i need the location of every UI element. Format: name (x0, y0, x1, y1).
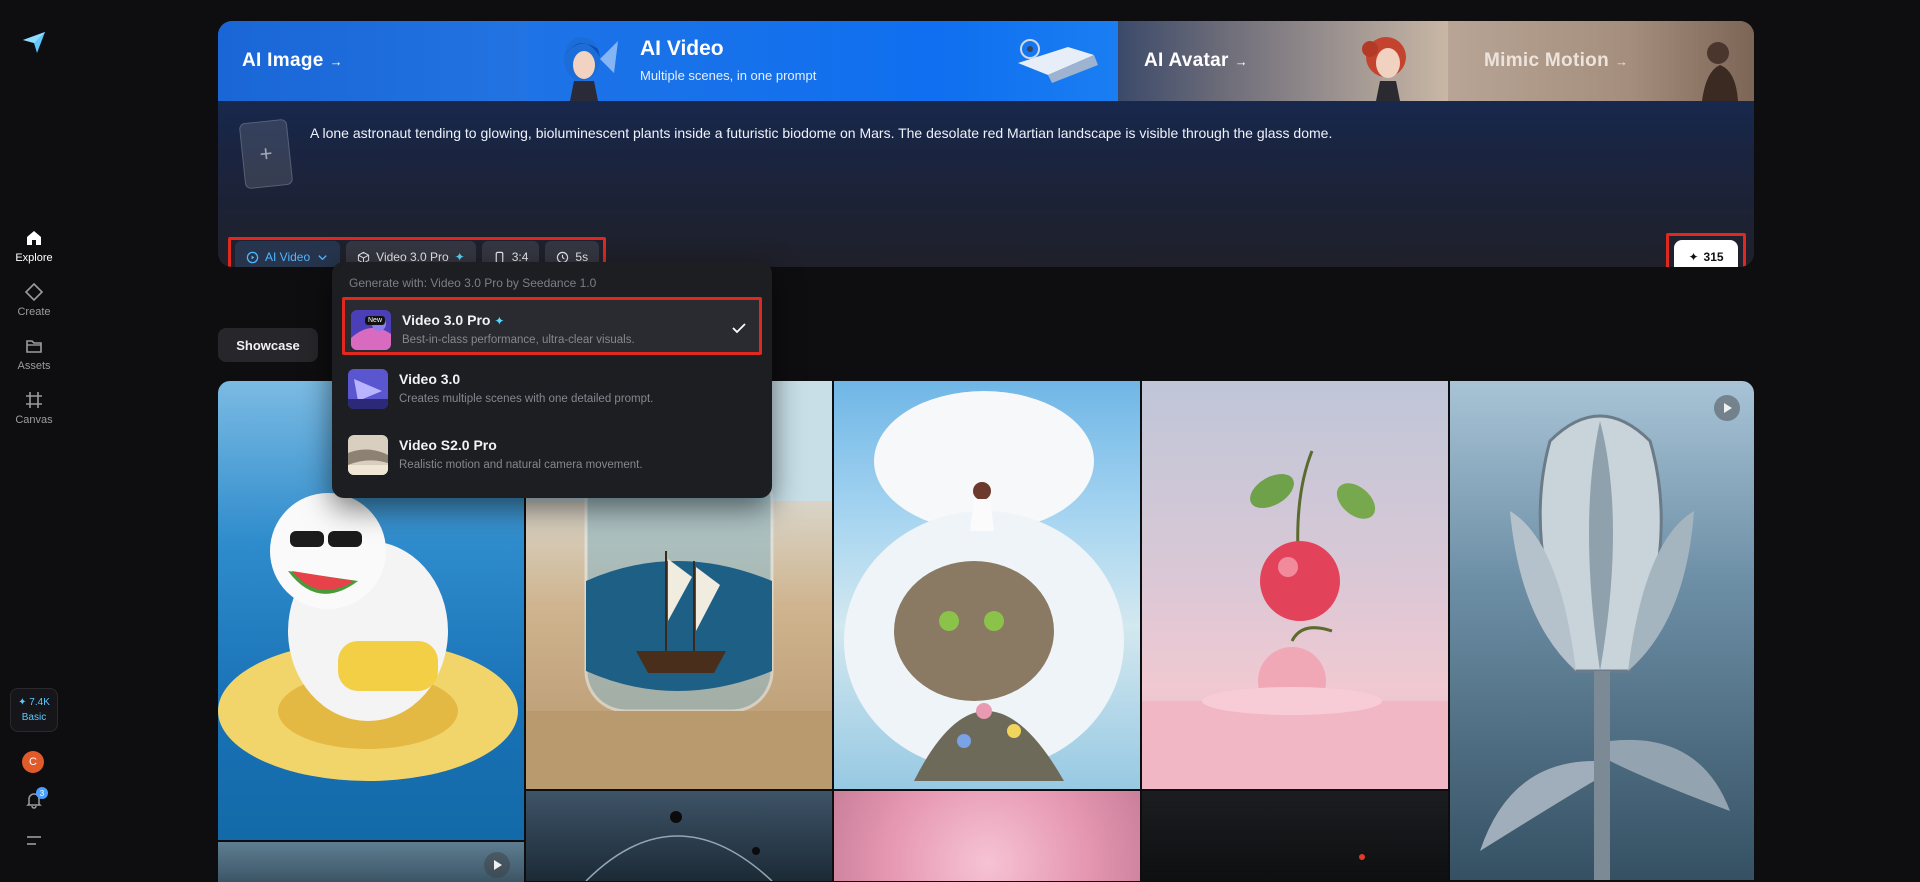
gallery-item[interactable] (218, 842, 524, 882)
home-icon (27, 231, 41, 245)
canvas-icon (26, 392, 42, 408)
dancer-silhouette-icon (1702, 42, 1738, 101)
metal-tulip-image (1480, 414, 1730, 880)
model-thumbnail (348, 435, 388, 475)
sidebar-item-create[interactable]: Create (4, 282, 64, 318)
mode-label: AI Video (265, 250, 311, 264)
tab-mimic-motion[interactable]: Mimic Motion → (1448, 21, 1754, 101)
drone-icon (1018, 39, 1098, 83)
generate-button[interactable]: ✦ 315 (1674, 240, 1738, 267)
generator-panel: AI Image → AI Video Multiple scenes, in … (218, 21, 1754, 267)
cat-with-girl-image (844, 391, 1124, 781)
model-option-video-3[interactable]: Video 3.0 Creates multiple scenes with o… (342, 359, 762, 417)
sidebar-item-explore[interactable]: Explore (4, 228, 64, 264)
sparkle-icon: ✦ (1688, 250, 1699, 264)
play-icon[interactable] (1714, 395, 1740, 421)
model-thumbnail-image (348, 369, 388, 409)
dark-forest-image (1359, 854, 1365, 860)
model-option-description: Creates multiple scenes with one detaile… (399, 393, 654, 405)
model-option-name: Video S2.0 Pro (399, 437, 497, 453)
gallery-item[interactable] (1450, 381, 1754, 880)
sidebar-item-label: Create (17, 306, 51, 318)
tab-label: Mimic Motion (1484, 50, 1609, 71)
sidebar-item-label: Assets (17, 360, 51, 372)
arrow-right-icon: → (329, 53, 343, 69)
model-thumbnail: New (351, 310, 391, 350)
sidebar-item-canvas[interactable]: Canvas (4, 390, 64, 426)
tab-label: AI Image (242, 50, 324, 71)
tab-ai-video[interactable]: AI Video Multiple scenes, in one prompt (528, 21, 1118, 101)
model-option-name: Video 3.0 Pro ✦ (402, 312, 505, 328)
model-thumbnail (348, 369, 388, 409)
mode-selector[interactable]: AI Video (235, 241, 341, 267)
model-option-name: Video 3.0 (399, 371, 461, 387)
notification-count: 3 (36, 787, 48, 799)
upload-image-button[interactable]: + (238, 118, 294, 190)
mode-tabs: AI Image → AI Video Multiple scenes, in … (218, 21, 1754, 101)
diamond-icon (24, 282, 44, 302)
credits-amount: ✦ 7.4K (18, 697, 50, 708)
gallery-item[interactable] (834, 791, 1140, 881)
sidebar-item-assets[interactable]: Assets (4, 336, 64, 372)
model-option-description: Best-in-class performance, ultra-clear v… (402, 334, 635, 346)
tab-label: AI Avatar (1144, 50, 1229, 71)
model-option-video-3-pro[interactable]: New Video 3.0 Pro ✦ Best-in-class perfor… (342, 297, 762, 355)
plus-icon: + (258, 140, 274, 167)
model-option-video-s2-pro[interactable]: Video S2.0 Pro Realistic motion and natu… (342, 425, 762, 483)
sidebar-item-label: Canvas (15, 414, 53, 426)
avatar[interactable]: C (22, 751, 44, 773)
gallery-item[interactable] (1142, 381, 1448, 789)
tab-video-subtitle: Multiple scenes, in one prompt (640, 68, 817, 83)
red-hair-avatar-icon (1362, 37, 1406, 101)
generate-button-frame: ✦ 315 (1666, 233, 1746, 267)
prompt-area: + A lone astronaut tending to glowing, b… (218, 101, 1754, 267)
model-option-description: Realistic motion and natural camera move… (399, 459, 643, 471)
arrow-right-icon: → (1234, 53, 1248, 69)
menu-icon[interactable] (26, 834, 42, 848)
new-badge: New (365, 316, 386, 325)
tab-showcase[interactable]: Showcase (218, 328, 318, 362)
prompt-input[interactable]: A lone astronaut tending to glowing, bio… (310, 125, 1332, 141)
gallery-item[interactable] (1142, 791, 1448, 881)
notifications-button[interactable]: 3 (24, 787, 48, 810)
sidebar-nav: Explore Create Assets Canvas (4, 228, 64, 426)
sidebar-item-label: Explore (15, 252, 53, 264)
tab-ai-image[interactable]: AI Image → (218, 21, 528, 101)
tab-avatar-label-group: AI Avatar → (1144, 21, 1248, 101)
tab-mimic-label-group: Mimic Motion → (1484, 21, 1628, 101)
plan-label: Basic (21, 712, 47, 723)
model-thumbnail-image (348, 435, 388, 475)
arrow-right-icon: → (1614, 53, 1628, 69)
video-mode-icon (246, 251, 259, 263)
sparkle-icon: ✦ (494, 314, 505, 328)
gallery-item[interactable] (834, 381, 1140, 789)
spider-cave-image (585, 811, 773, 881)
chevron-down-icon (318, 254, 327, 260)
tab-video-title: AI Video (640, 37, 724, 60)
tab-ai-avatar[interactable]: AI Avatar → (1118, 21, 1448, 101)
credits-badge[interactable]: ✦ 7.4K Basic (10, 688, 58, 732)
dropdown-header: Generate with: Video 3.0 Pro by Seedance… (349, 276, 597, 290)
model-dropdown: Generate with: Video 3.0 Pro by Seedance… (332, 262, 772, 498)
blue-hair-figure-icon (564, 37, 618, 101)
gallery-item[interactable] (526, 791, 832, 881)
generate-cost: 315 (1703, 250, 1724, 264)
folder-icon (26, 340, 42, 353)
sidebar: Explore Create Assets Canvas ✦ 7.4K Basi… (0, 0, 68, 880)
play-icon[interactable] (484, 852, 510, 878)
paper-plane-logo[interactable] (20, 28, 48, 56)
cherry-splash-image (1142, 450, 1448, 789)
checkmark-icon (732, 323, 746, 334)
